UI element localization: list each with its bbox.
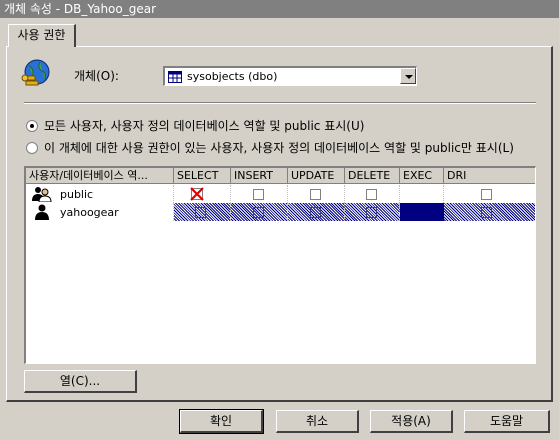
update-cell[interactable] bbox=[288, 185, 345, 203]
select-cell[interactable] bbox=[174, 203, 231, 221]
tab-permissions[interactable]: 사용 권한 bbox=[8, 24, 76, 47]
column-header-exec[interactable]: EXEC bbox=[400, 168, 444, 184]
chevron-down-icon[interactable] bbox=[400, 68, 416, 84]
object-combobox-value: sysobjects (dbo) bbox=[187, 70, 278, 83]
column-header-dri[interactable]: DRI bbox=[444, 168, 535, 184]
user-cell: public bbox=[26, 185, 174, 203]
tab-strip: 사용 권한 bbox=[0, 18, 559, 47]
column-header-update[interactable]: UPDATE bbox=[288, 168, 345, 184]
object-label: 개체(O): bbox=[74, 69, 119, 83]
select-checkbox[interactable] bbox=[195, 207, 206, 218]
exec-cell bbox=[400, 185, 444, 203]
radio-show-permitted-label: 이 개체에 대한 사용 권한이 있는 사용자, 사용자 정의 데이터베이스 역할… bbox=[44, 141, 514, 155]
dri-cell[interactable] bbox=[444, 203, 535, 221]
group-users-icon bbox=[32, 187, 52, 202]
globe-keys-icon bbox=[21, 59, 50, 86]
column-header-delete[interactable]: DELETE bbox=[345, 168, 400, 184]
user-name: yahoogear bbox=[60, 206, 119, 219]
window-title: 개체 속성 - DB_Yahoo_gear bbox=[0, 0, 559, 18]
apply-button[interactable]: 적용(A) bbox=[370, 410, 453, 433]
table-row-selected[interactable]: yahoogear bbox=[26, 203, 535, 221]
radio-show-all-label: 모든 사용자, 사용자 정의 데이터베이스 역할 및 public 표시(U) bbox=[44, 119, 365, 133]
radio-show-permitted[interactable]: 이 개체에 대한 사용 권한이 있는 사용자, 사용자 정의 데이터베이스 역할… bbox=[26, 139, 514, 156]
deny-x-icon[interactable] bbox=[190, 187, 204, 201]
user-icon bbox=[35, 204, 49, 220]
insert-cell[interactable] bbox=[231, 203, 288, 221]
delete-cell[interactable] bbox=[345, 185, 400, 203]
exec-cell-highlight[interactable] bbox=[400, 203, 444, 221]
column-header-select[interactable]: SELECT bbox=[174, 168, 231, 184]
insert-checkbox[interactable] bbox=[253, 189, 264, 200]
radio-show-all-indicator[interactable] bbox=[26, 119, 38, 132]
user-name: public bbox=[60, 188, 94, 201]
user-cell: yahoogear bbox=[26, 203, 174, 221]
column-header-user[interactable]: 사용자/데이터베이스 역... bbox=[26, 168, 174, 184]
delete-checkbox[interactable] bbox=[366, 207, 377, 218]
update-checkbox[interactable] bbox=[310, 189, 321, 200]
object-combobox[interactable]: sysobjects (dbo) bbox=[163, 66, 417, 86]
insert-checkbox[interactable] bbox=[253, 207, 264, 218]
column-header-insert[interactable]: INSERT bbox=[231, 168, 288, 184]
table-icon bbox=[168, 71, 182, 83]
separator bbox=[24, 102, 536, 104]
delete-checkbox[interactable] bbox=[366, 189, 377, 200]
dri-cell[interactable] bbox=[444, 185, 535, 203]
radio-show-permitted-indicator[interactable] bbox=[26, 141, 38, 154]
ok-button[interactable]: 확인 bbox=[179, 409, 264, 434]
permissions-grid[interactable]: 사용자/데이터베이스 역... SELECT INSERT UPDATE DEL… bbox=[24, 166, 536, 364]
dri-checkbox[interactable] bbox=[481, 207, 492, 218]
table-row[interactable]: public bbox=[26, 185, 535, 203]
columns-button[interactable]: 열(C)... bbox=[24, 370, 137, 393]
dri-checkbox[interactable] bbox=[481, 189, 492, 200]
delete-cell[interactable] bbox=[345, 203, 400, 221]
radio-show-all[interactable]: 모든 사용자, 사용자 정의 데이터베이스 역할 및 public 표시(U) bbox=[26, 117, 364, 134]
select-cell[interactable] bbox=[174, 185, 231, 203]
cancel-button[interactable]: 취소 bbox=[276, 410, 359, 433]
update-cell[interactable] bbox=[288, 203, 345, 221]
update-checkbox[interactable] bbox=[310, 207, 321, 218]
help-button[interactable]: 도움말 bbox=[464, 410, 550, 433]
insert-cell[interactable] bbox=[231, 185, 288, 203]
